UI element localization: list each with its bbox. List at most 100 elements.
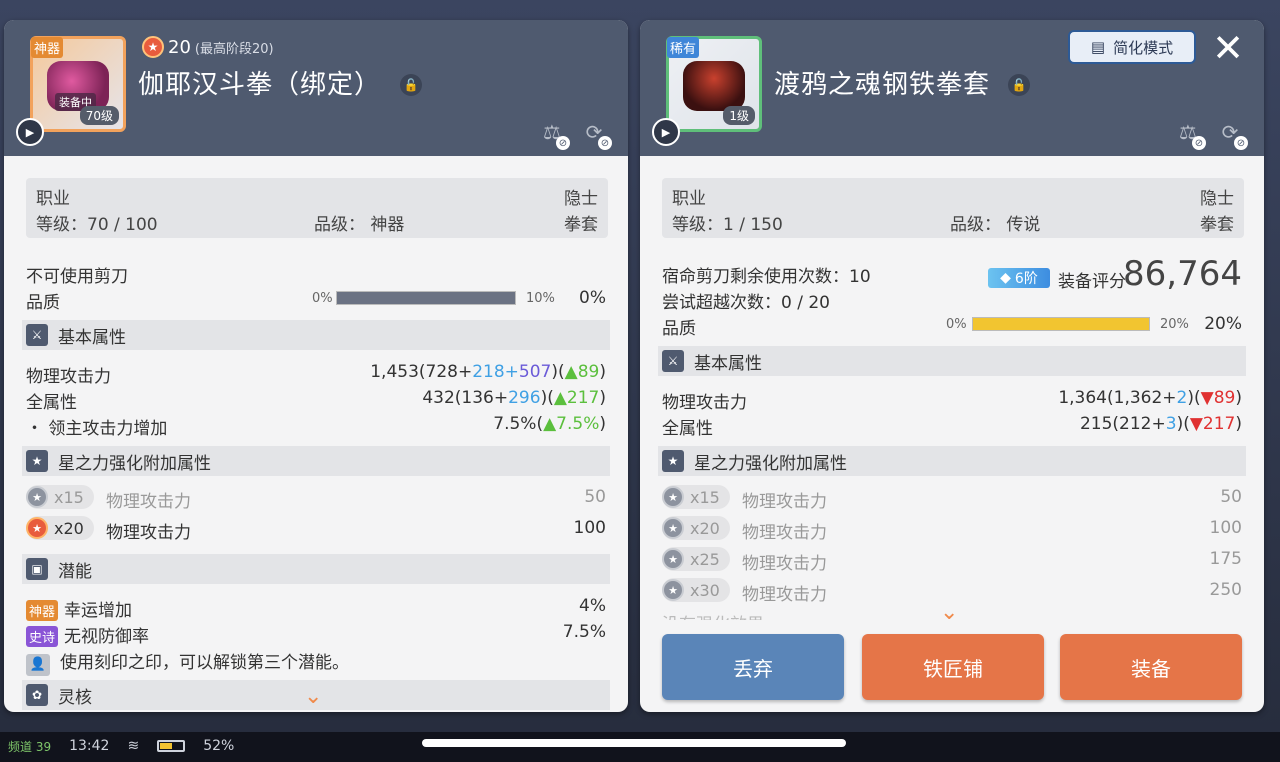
potential-line: 神器 幸运增加 [26, 596, 132, 621]
stat-bonus-a: 218 [472, 362, 505, 382]
star-icon: ★ [662, 548, 684, 570]
glove-icon [683, 61, 745, 111]
simple-mode-button[interactable]: ▤ 简化模式 [1068, 30, 1196, 64]
potential-name: 无视防御率 [64, 627, 150, 647]
stat-base: 1,453(728+ [370, 362, 473, 382]
ban-icon: ⊘ [1234, 136, 1248, 150]
grade-text: 品级： 神器 [314, 215, 405, 235]
type-text: 拳套 [1200, 215, 1234, 235]
star-stat-name: 物理攻击力 [742, 523, 827, 543]
home-indicator[interactable] [422, 739, 846, 747]
item-icon[interactable]: 稀有 1级 [666, 36, 762, 132]
star-stat-name: 物理攻击力 [742, 554, 827, 574]
document-icon: ▤ [1090, 38, 1106, 56]
item-icon[interactable]: 神器 装备中 70级 [30, 36, 126, 132]
stat-delta: ▲7.5% [543, 414, 600, 434]
quality-label: 品质 [26, 293, 60, 313]
ban-icon: ⊘ [1192, 136, 1206, 150]
section-star-force: ★ 星之力强化附加属性 [22, 446, 610, 476]
star-tier: x15 [54, 487, 84, 507]
section-title: 潜能 [58, 561, 92, 582]
star-stat-value: 250 [1209, 580, 1242, 600]
equip-button[interactable]: 装备 [1060, 634, 1242, 700]
info-box: 职业 隐士 等级：1 / 150 品级： 传说 拳套 [662, 178, 1244, 238]
section-basic: ⚔ 基本属性 [22, 320, 610, 350]
star-force-badge: ★ 20 (最高阶段20) [142, 36, 274, 58]
scissors-text: 不可使用剪刀 [26, 267, 128, 287]
score-value: 86,764 [1123, 254, 1242, 294]
star-max: (最高阶段20) [194, 41, 274, 57]
grade-chip: ◆ 6阶 [988, 268, 1050, 288]
ban-icon: ⊘ [598, 136, 612, 150]
close-button[interactable]: ✕ [1208, 28, 1248, 68]
stat-sep: )( [551, 362, 565, 382]
stat-bonus-a: 296 [508, 388, 541, 408]
transcend-text: 尝试超越次数：0 / 20 [662, 293, 830, 313]
item-name: 渡鸦之魂钢铁拳套 [774, 70, 991, 100]
star-tier-badge: ★ x15 [26, 485, 94, 509]
level-tag: 1级 [723, 106, 755, 125]
level-tag: 70级 [79, 106, 119, 125]
lock-icon[interactable]: 🔓 [400, 74, 422, 96]
potential-grade-tag: 史诗 [26, 626, 59, 647]
type-text: 拳套 [564, 215, 598, 235]
star-icon: ★ [662, 450, 684, 472]
job-label: 职业 [672, 189, 706, 209]
discard-button[interactable]: 丢弃 [662, 634, 844, 700]
scale-icon[interactable]: ⚖ ⊘ [1172, 116, 1206, 150]
star-stat-value: 175 [1209, 549, 1242, 569]
quality-max: 20% [1160, 317, 1189, 332]
star-tier: x25 [690, 549, 720, 569]
stat-sep: )( [1176, 414, 1190, 434]
star-level: 20 [168, 36, 191, 58]
simple-mode-label: 简化模式 [1113, 38, 1174, 57]
lock-icon[interactable]: 🔓 [1008, 74, 1030, 96]
stat-name: 物理攻击力 [26, 367, 111, 387]
stat-bonus-a: 3 [1165, 414, 1177, 434]
equipped-item-panel: 神器 装备中 70级 ▶ ★ 20 (最高阶段20) 伽耶汉斗拳（绑定） 🔓 ⚖… [4, 20, 628, 712]
star-tier-badge: ★ x25 [662, 547, 730, 571]
play-icon[interactable]: ▶ [652, 118, 680, 146]
star-tier-badge: ★ x30 [662, 578, 730, 602]
info-box: 职业 隐士 等级：70 / 100 品级： 神器 拳套 [26, 178, 608, 238]
cube-icon: ▣ [26, 558, 48, 580]
star-tier: x15 [690, 487, 720, 507]
core-icon: ✿ [26, 684, 48, 706]
stat-value: 1,453(728+218+507)(▲89) [370, 362, 606, 382]
potential-note-text: 使用刻印之印，可以解锁第三个潜能。 [60, 653, 349, 673]
grade-chip-label: 6阶 [1014, 271, 1038, 287]
star-tier: x20 [690, 518, 720, 538]
stat-end: ) [1235, 388, 1242, 408]
star-tier: x30 [690, 580, 720, 600]
star-icon: ★ [662, 579, 684, 601]
section-title: 基本属性 [58, 327, 126, 348]
quality-value: 0% [579, 288, 606, 308]
cycle-icon[interactable]: ⟳ ⊘ [578, 116, 612, 150]
blacksmith-button[interactable]: 铁匠铺 [862, 634, 1044, 700]
job-label: 职业 [36, 189, 70, 209]
quality-bar-fill [973, 318, 1149, 330]
star-icon: ★ [662, 486, 684, 508]
scale-icon[interactable]: ⚖ ⊘ [536, 116, 570, 150]
star-stat-value: 100 [1209, 518, 1242, 538]
star-tier-badge: ★ x20 [26, 516, 94, 540]
stat-delta: ▼89 [1200, 388, 1236, 408]
chevron-down-icon[interactable]: ⌄ [304, 684, 322, 709]
quality-bar [336, 291, 516, 305]
stat-sep: )( [540, 388, 554, 408]
star-stat-name: 物理攻击力 [742, 585, 827, 605]
star-stat-value: 50 [584, 487, 606, 507]
quality-bar [972, 317, 1150, 331]
status-bar: 频道 39 13:42 ≋ 52% [8, 736, 234, 756]
star-stat-value: 100 [573, 518, 606, 538]
panel-header: 稀有 1级 ▶ 渡鸦之魂钢铁拳套 🔓 ▤ 简化模式 ✕ ⚖ ⊘ ⟳ ⊘ [640, 20, 1264, 156]
play-icon[interactable]: ▶ [16, 118, 44, 146]
no-effect-text: 没有强化效果 [662, 610, 764, 620]
section-star-force: ★ 星之力强化附加属性 [658, 446, 1246, 476]
stat-name: ・ 领主攻击力增加 [26, 419, 168, 439]
stat-value: 215(212+3)(▼217) [1080, 414, 1242, 434]
chevron-down-icon[interactable]: ⌄ [940, 600, 958, 625]
star-stat-name: 物理攻击力 [106, 492, 191, 512]
section-basic: ⚔ 基本属性 [658, 346, 1246, 376]
cycle-icon[interactable]: ⟳ ⊘ [1214, 116, 1248, 150]
